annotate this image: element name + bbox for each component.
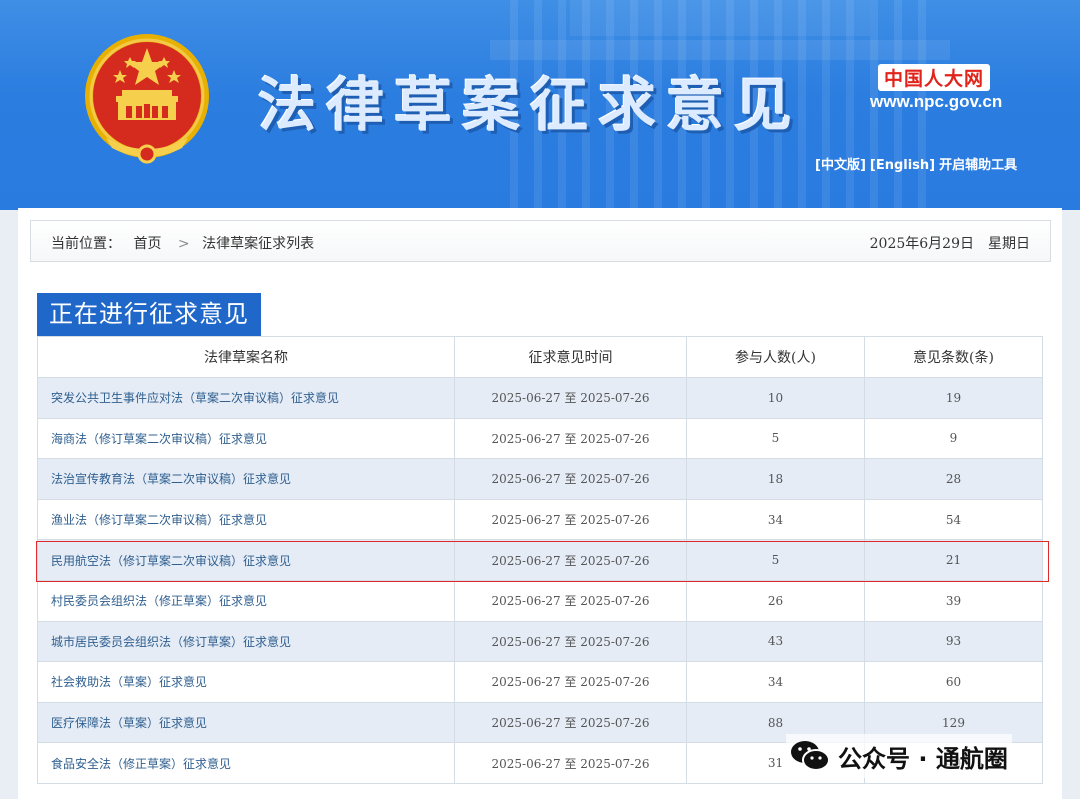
- participant-count: 43: [686, 620, 865, 663]
- table-header-row: 法律草案名称 征求意见时间 参与人数(人) 意见条数(条): [37, 336, 1043, 378]
- comment-count: 28: [864, 458, 1043, 500]
- consultation-period: 2025-06-27 至 2025-07-26: [454, 458, 687, 500]
- comment-count: 60: [864, 661, 1043, 703]
- banner-title: 法律草案征求意见: [258, 71, 803, 139]
- breadcrumb-separator-icon: >: [177, 236, 190, 252]
- participant-count: 18: [686, 458, 865, 500]
- comment-count: 93: [864, 620, 1043, 663]
- breadcrumb: 当前位置： 首页 > 法律草案征求列表 2025年6月29日 星期日: [30, 220, 1051, 262]
- column-header-name: 法律草案名称: [37, 336, 455, 378]
- draft-name-link[interactable]: 法治宣传教育法（草案二次审议稿）征求意见: [37, 458, 455, 500]
- consultation-period: 2025-06-27 至 2025-07-26: [454, 377, 687, 419]
- consultation-period: 2025-06-27 至 2025-07-26: [454, 498, 687, 541]
- consultation-period: 2025-06-27 至 2025-07-26: [454, 701, 687, 744]
- draft-name-link[interactable]: 医疗保障法（草案）征求意见: [37, 701, 455, 744]
- national-emblem-icon: [85, 34, 209, 164]
- main-panel: 当前位置： 首页 > 法律草案征求列表 2025年6月29日 星期日 正在进行征…: [18, 208, 1062, 799]
- table-row[interactable]: 渔业法（修订草案二次审议稿）征求意见 2025-06-27 至 2025-07-2…: [37, 498, 1043, 541]
- draft-name-link[interactable]: 城市居民委员会组织法（修订草案）征求意见: [37, 620, 455, 663]
- column-header-comments: 意见条数(条): [864, 336, 1043, 378]
- participant-count: 34: [686, 661, 865, 703]
- table-row[interactable]: 村民委员会组织法（修正草案）征求意见 2025-06-27 至 2025-07-2…: [37, 579, 1043, 622]
- drafts-table: 法律草案名称 征求意见时间 参与人数(人) 意见条数(条) 突发公共卫生事件应对…: [37, 336, 1043, 784]
- watermark-text: 公众号 · 通航圈: [838, 744, 1008, 773]
- current-date: 2025年6月29日 星期日: [869, 236, 1030, 252]
- comment-count: 21: [864, 539, 1043, 581]
- comment-count: 9: [864, 417, 1043, 460]
- consultation-period: 2025-06-27 至 2025-07-26: [454, 620, 687, 663]
- wechat-watermark: 公众号 · 通航圈: [786, 734, 1012, 778]
- breadcrumb-home-link[interactable]: 首页: [133, 236, 161, 252]
- consultation-period: 2025-06-27 至 2025-07-26: [454, 661, 687, 703]
- consultation-period: 2025-06-27 至 2025-07-26: [454, 417, 687, 460]
- comment-count: 19: [864, 377, 1043, 419]
- draft-name-link[interactable]: 突发公共卫生事件应对法（草案二次审议稿）征求意见: [37, 377, 455, 419]
- header-banner: 法律草案征求意见 中国人大网 www.npc.gov.cn [中文版] [Engl…: [0, 0, 1080, 210]
- participant-count: 34: [686, 498, 865, 541]
- draft-name-link[interactable]: 村民委员会组织法（修正草案）征求意见: [37, 579, 455, 622]
- participant-count: 5: [686, 417, 865, 460]
- comment-count: 54: [864, 498, 1043, 541]
- participant-count: 10: [686, 377, 865, 419]
- draft-name-link[interactable]: 食品安全法（修正草案）征求意见: [37, 742, 455, 784]
- column-header-period: 征求意见时间: [454, 336, 687, 378]
- table-row[interactable]: 城市居民委员会组织法（修订草案）征求意见 2025-06-27 至 2025-07…: [37, 620, 1043, 663]
- comment-count: 39: [864, 579, 1043, 622]
- table-row[interactable]: 社会救助法（草案）征求意见 2025-06-27 至 2025-07-26 34 60: [37, 661, 1043, 703]
- language-links: [中文版] [English] 开启辅助工具: [815, 154, 1021, 173]
- drafts-table-container: 法律草案名称 征求意见时间 参与人数(人) 意见条数(条) 突发公共卫生事件应对…: [37, 336, 1043, 784]
- draft-name-link[interactable]: 社会救助法（草案）征求意见: [37, 661, 455, 703]
- table-row[interactable]: 突发公共卫生事件应对法（草案二次审议稿）征求意见 2025-06-27 至 202…: [37, 377, 1043, 419]
- participant-count: 5: [686, 539, 865, 581]
- link-accessibility-tools[interactable]: 开启辅助工具: [939, 158, 1017, 173]
- link-chinese[interactable]: [中文版]: [815, 158, 866, 173]
- link-english[interactable]: [English]: [870, 158, 935, 173]
- section-title: 正在进行征求意见: [37, 293, 261, 336]
- draft-name-link[interactable]: 渔业法（修订草案二次审议稿）征求意见: [37, 498, 455, 541]
- draft-name-link[interactable]: 民用航空法（修订草案二次审议稿）征求意见: [37, 539, 455, 581]
- column-header-participants: 参与人数(人): [686, 336, 865, 378]
- wechat-icon: [791, 741, 830, 771]
- consultation-period: 2025-06-27 至 2025-07-26: [454, 742, 687, 784]
- consultation-period: 2025-06-27 至 2025-07-26: [454, 539, 687, 581]
- breadcrumb-label: 当前位置：: [51, 236, 121, 252]
- draft-name-link[interactable]: 海商法（修订草案二次审议稿）征求意见: [37, 417, 455, 460]
- table-row[interactable]: 法治宣传教育法（草案二次审议稿）征求意见 2025-06-27 至 2025-07…: [37, 458, 1043, 500]
- breadcrumb-current[interactable]: 法律草案征求列表: [202, 236, 314, 252]
- consultation-period: 2025-06-27 至 2025-07-26: [454, 579, 687, 622]
- participant-count: 26: [686, 579, 865, 622]
- table-row[interactable]: 海商法（修订草案二次审议稿）征求意见 2025-06-27 至 2025-07-2…: [37, 417, 1043, 460]
- table-row[interactable]: 民用航空法（修订草案二次审议稿）征求意见 2025-06-27 至 2025-07…: [37, 539, 1043, 581]
- site-brand-logo[interactable]: 中国人大网: [878, 64, 991, 91]
- site-url[interactable]: www.npc.gov.cn: [870, 92, 1002, 112]
